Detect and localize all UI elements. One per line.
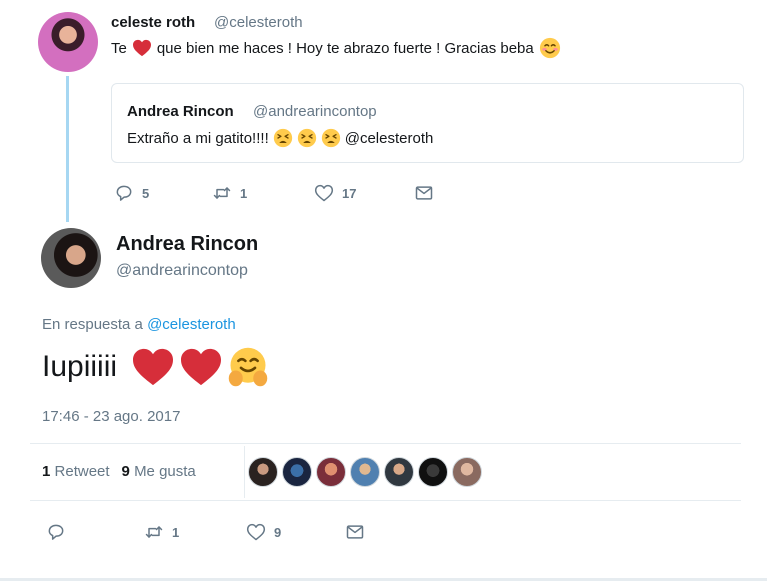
tweet1-reply-count: 5 — [142, 185, 150, 201]
stats-separator — [244, 446, 245, 498]
reply-context: En respuesta a @celesteroth — [42, 316, 236, 333]
like-icon — [246, 522, 266, 542]
tired-face-icon — [297, 128, 317, 148]
liker-avatar[interactable] — [248, 457, 278, 487]
heart-icon — [131, 347, 175, 387]
tweet2-author-handle[interactable]: @andrearincontop — [116, 262, 248, 280]
tweet1-retweet-count: 1 — [240, 185, 248, 201]
tweet2-stats: 1 Retweet 9 Me gusta — [42, 463, 196, 480]
heart-icon — [132, 39, 152, 57]
tweet2-like-button[interactable]: 9 — [246, 522, 281, 542]
likes-label: Me gusta — [134, 463, 196, 480]
liker-avatar[interactable] — [418, 457, 448, 487]
tweet2-author-name[interactable]: Andrea Rincon — [116, 233, 258, 256]
tweet2-retweet-count: 1 — [172, 524, 180, 540]
tweet2-text-body: Iupiiiii — [42, 350, 118, 383]
divider — [30, 443, 741, 444]
retweets-count: 1 — [42, 463, 51, 480]
smiling-face-icon — [539, 37, 561, 59]
envelope-icon — [414, 183, 434, 203]
likes-count: 9 — [121, 463, 130, 480]
tweet2-like-count: 9 — [274, 524, 282, 540]
reply-icon — [114, 183, 134, 203]
envelope-icon — [345, 522, 365, 542]
avatar-celeste-roth[interactable] — [38, 12, 98, 72]
tweet1-author-name[interactable]: celeste roth — [111, 14, 195, 31]
tweet1-text-after: que bien me haces ! Hoy te abrazo fuerte… — [156, 39, 534, 57]
thread-line — [66, 76, 69, 222]
quoted-author-handle[interactable]: @andrearincontop — [253, 103, 377, 120]
retweets-stat[interactable]: 1 Retweet — [42, 463, 110, 480]
liker-avatar[interactable] — [384, 457, 414, 487]
hugging-face-icon — [227, 346, 269, 388]
retweet-icon — [212, 183, 232, 203]
tweet1-reply-button[interactable]: 5 — [114, 183, 149, 203]
tweet1-text-before: Te — [111, 39, 127, 57]
tweet1-retweet-button[interactable]: 1 — [212, 183, 247, 203]
quoted-tweet[interactable] — [111, 83, 744, 163]
quoted-author-name[interactable]: Andrea Rincon — [127, 103, 234, 120]
quoted-mention[interactable]: @celesteroth — [345, 130, 434, 147]
reply-icon — [46, 522, 66, 542]
heart-icon — [179, 347, 223, 387]
liker-avatar[interactable] — [282, 457, 312, 487]
tweet2-dm-button[interactable] — [345, 522, 365, 542]
liker-avatars — [248, 457, 482, 487]
tweet2-text: Iupiiiii — [42, 346, 269, 388]
reply-to-link[interactable]: @celesteroth — [147, 316, 236, 333]
tweet2-reply-button[interactable] — [46, 522, 66, 542]
retweets-label: Retweet — [54, 463, 110, 480]
divider — [30, 500, 741, 501]
avatar-andrea-rincon[interactable] — [41, 228, 101, 288]
tired-face-icon — [321, 128, 341, 148]
liker-avatar[interactable] — [452, 457, 482, 487]
tweet1-like-count: 17 — [342, 185, 357, 201]
likes-stat[interactable]: 9 Me gusta — [122, 463, 196, 480]
tweet1-author-handle[interactable]: @celesteroth — [214, 14, 303, 31]
tweet1-dm-button[interactable] — [414, 183, 434, 203]
tweet2-timestamp[interactable]: 17:46 - 23 ago. 2017 — [42, 408, 180, 425]
tired-face-icon — [273, 128, 293, 148]
tweet1-text: Te que bien me haces ! Hoy te abrazo fue… — [111, 37, 561, 59]
tweet2-retweet-button[interactable]: 1 — [144, 522, 179, 542]
retweet-icon — [144, 522, 164, 542]
reply-prefix: En respuesta a — [42, 316, 143, 333]
quoted-text-body: Extraño a mi gatito!!!! — [127, 129, 269, 147]
liker-avatar[interactable] — [350, 457, 380, 487]
quoted-text: Extraño a mi gatito!!!! @celesteroth — [127, 128, 433, 148]
like-icon — [314, 183, 334, 203]
liker-avatar[interactable] — [316, 457, 346, 487]
tweet1-like-button[interactable]: 17 — [314, 183, 356, 203]
